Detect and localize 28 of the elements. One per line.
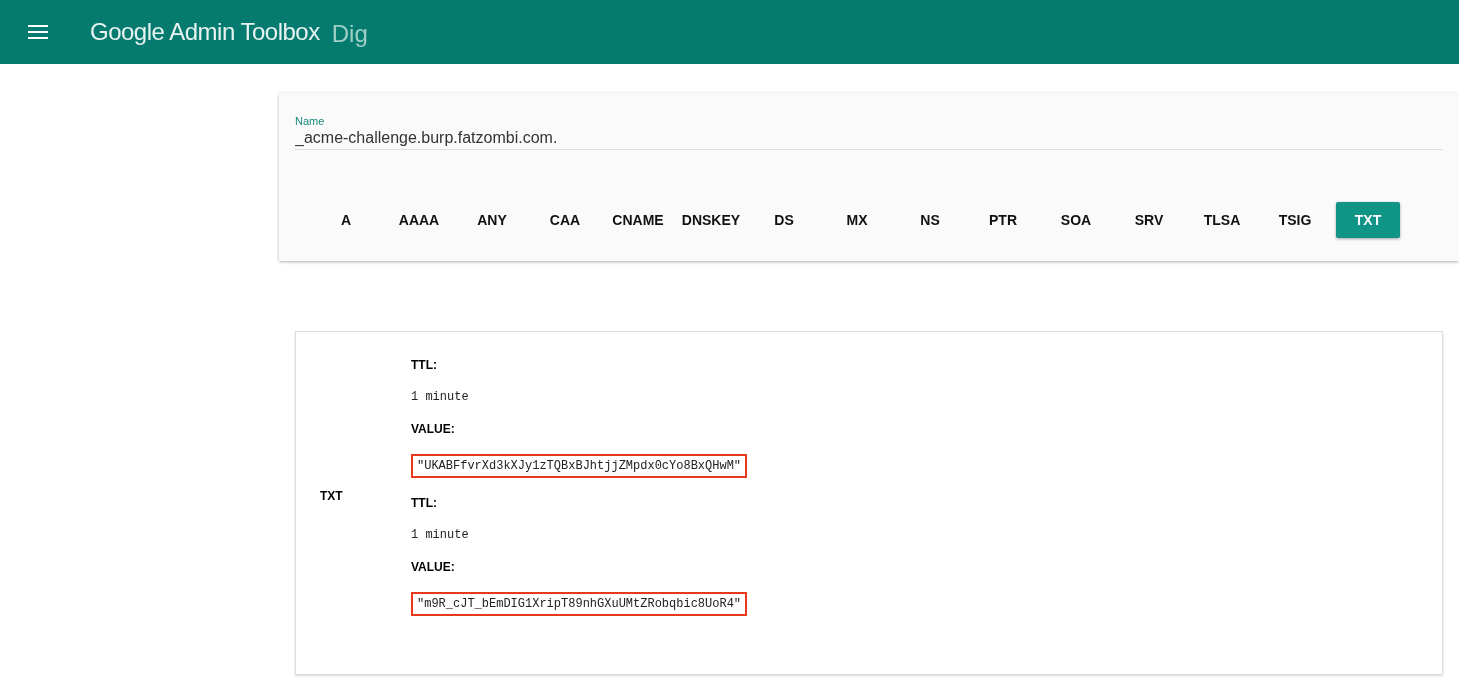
record-type-button[interactable]: CNAME bbox=[606, 202, 670, 238]
ttl-label: TTL: bbox=[411, 496, 438, 510]
record-type-button[interactable]: TXT bbox=[1336, 202, 1400, 238]
name-field[interactable]: _acme-challenge.burp.fatzombi.com. bbox=[295, 127, 1443, 150]
record-type-button[interactable]: CAA bbox=[533, 202, 597, 238]
record-type-button[interactable]: ANY bbox=[460, 202, 524, 238]
record-type-button[interactable]: TSIG bbox=[1263, 202, 1327, 238]
record-type-button[interactable]: A bbox=[314, 202, 378, 238]
record-type-button[interactable]: SOA bbox=[1044, 202, 1108, 238]
ttl-label: TTL: bbox=[411, 358, 438, 372]
value-label: VALUE: bbox=[411, 560, 456, 574]
record-type-button[interactable]: TLSA bbox=[1190, 202, 1254, 238]
record-type-button[interactable]: SRV bbox=[1117, 202, 1181, 238]
record-value: "m9R_cJT_bEmDIG1XripT89nhGXuUMtZRobqbic8UoR4" bbox=[411, 592, 748, 616]
record-type-button[interactable]: AAAA bbox=[387, 202, 451, 238]
record-type-button[interactable]: MX bbox=[825, 202, 889, 238]
app-subtitle: Dig bbox=[331, 20, 368, 48]
app-title: Google Admin Toolbox bbox=[90, 18, 320, 46]
record-type-button[interactable]: DNSKEY bbox=[679, 202, 743, 238]
record-type-button[interactable]: DS bbox=[752, 202, 816, 238]
record-value: "UKABFfvrXd3kXJy1zTQBxBJhtjjZMpdx0cYo8BxQHwM" bbox=[411, 454, 748, 478]
field-label: Name bbox=[295, 115, 326, 127]
value-label: VALUE: bbox=[411, 422, 456, 436]
record-type-button[interactable]: PTR bbox=[971, 202, 1035, 238]
record-type-button[interactable]: NS bbox=[898, 202, 962, 238]
record-type-label: TXT bbox=[320, 489, 344, 503]
ttl-value: 1 minute bbox=[411, 390, 470, 404]
ttl-value: 1 minute bbox=[411, 528, 470, 542]
